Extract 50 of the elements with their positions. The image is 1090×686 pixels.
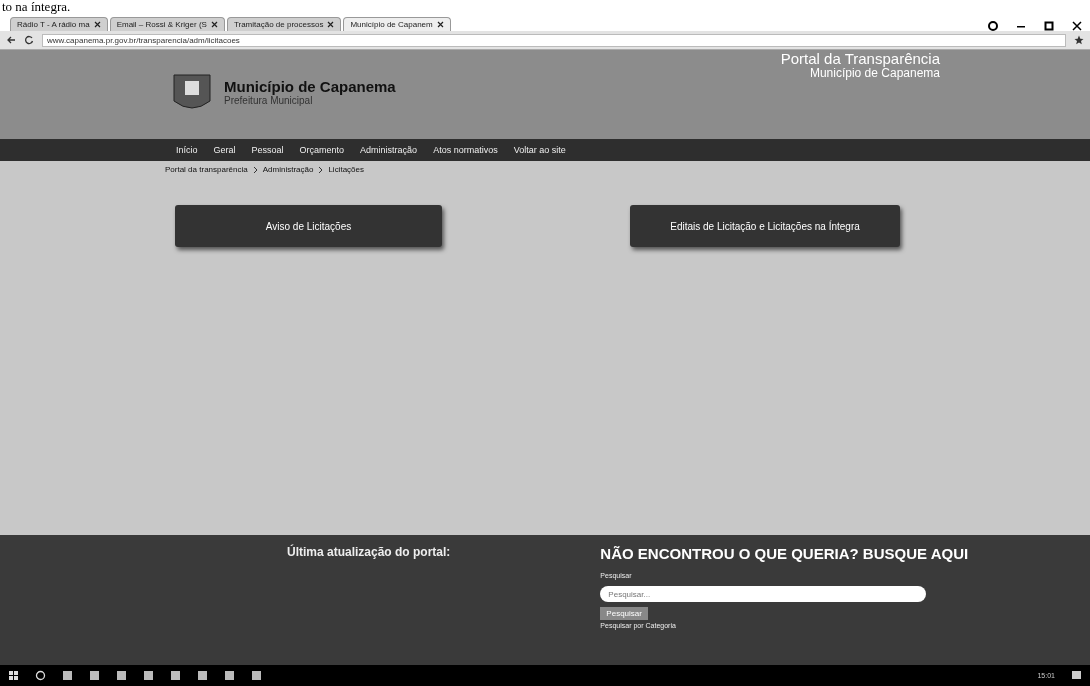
nav-link[interactable]: Voltar ao site — [513, 145, 566, 155]
start-menu-icon — [8, 670, 19, 681]
portal-subtitle: Município de Capanema — [808, 66, 940, 80]
maximize-icon — [1044, 21, 1054, 31]
taskbar-app-icon — [251, 670, 262, 681]
browser-tab[interactable]: Município de Capanem — [343, 17, 451, 31]
close-icon — [93, 21, 101, 28]
nav-link[interactable]: Geral — [213, 145, 236, 155]
tab-title: Município de Capanem — [350, 20, 433, 29]
taskbar-app-icon — [224, 670, 235, 681]
browser-tab[interactable]: Rádio T - A rádio ma — [10, 17, 108, 31]
reload-icon — [24, 35, 34, 45]
taskbar-app-icon — [143, 670, 154, 681]
taskbar-app-icon — [197, 670, 208, 681]
site-name: Município de Capanema — [224, 77, 396, 95]
tab-title: Email – Rossi & Kriger (S — [116, 20, 207, 29]
close-icon — [1072, 21, 1082, 31]
close-icon — [327, 21, 335, 28]
star-icon — [1074, 35, 1084, 45]
nav-link[interactable]: Atos normativos — [433, 145, 498, 155]
chevron-icon — [252, 165, 258, 174]
last-update-label: Última atualização do portal: — [287, 545, 451, 561]
breadcrumb-link[interactable]: Licitações — [328, 165, 364, 174]
document-text-fragment: to na íntegra. — [2, 0, 71, 14]
nav-link[interactable]: Pessoal — [251, 145, 284, 155]
taskbar-app-icon — [170, 670, 181, 681]
address-bar[interactable]: www.capanema.pr.gov.br/transparencia/adm/licitacoes — [42, 33, 1066, 47]
browser-tab[interactable]: Tramitação de processos — [226, 17, 342, 31]
search-heading: NÃO ENCONTROU O QUE QUERIA? BUSQUE AQUI — [600, 545, 969, 562]
close-icon — [436, 21, 444, 28]
taskbar-app-icon — [62, 670, 73, 681]
taskbar-app-icon — [89, 670, 100, 681]
chevron-icon — [318, 165, 324, 174]
category-button[interactable]: Aviso de Licitações — [175, 205, 442, 247]
search-button[interactable]: Pesquisar — [600, 607, 648, 620]
search-icon — [35, 670, 46, 681]
nav-link[interactable]: Orçamento — [299, 145, 345, 155]
nav-link[interactable]: Administração — [360, 145, 418, 155]
close-icon — [210, 21, 218, 28]
breadcrumb-link[interactable]: Portal da transparência — [165, 165, 248, 174]
nav-link[interactable]: Início — [176, 145, 198, 155]
search-field[interactable]: Pesquisar... — [600, 586, 927, 602]
back-arrow-icon — [6, 35, 16, 45]
tab-title: Tramitação de processos — [233, 20, 324, 29]
site-subtitle: Prefeitura Municipal — [224, 94, 314, 106]
taskbar-app-icon — [116, 670, 127, 681]
browser-tab[interactable]: Email – Rossi & Kriger (S — [109, 17, 225, 31]
tab-title: Rádio T - A rádio ma — [17, 20, 90, 29]
breadcrumb-link[interactable]: Administração — [262, 165, 314, 174]
category-button[interactable]: Editais de Licitação e Licitações na Íntegra — [630, 205, 900, 247]
